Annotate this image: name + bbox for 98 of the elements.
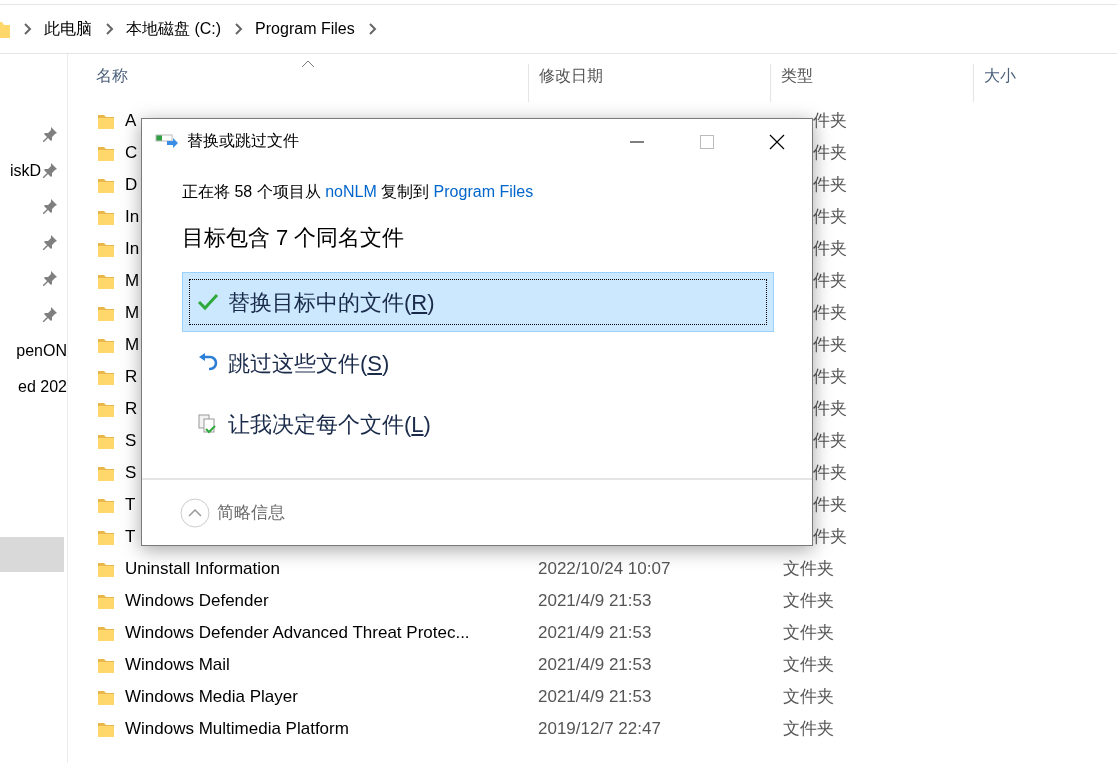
folder-icon — [98, 241, 114, 257]
file-name: In — [125, 238, 140, 261]
file-name: T — [125, 494, 136, 517]
chevron-icon — [22, 23, 32, 35]
file-type: 件夹 — [813, 335, 847, 355]
folder-icon — [98, 657, 114, 673]
folder-icon — [98, 593, 114, 609]
file-type: 件夹 — [813, 207, 847, 227]
details-toggle-button[interactable]: 简略信息 — [180, 498, 285, 528]
file-type: 件夹 — [813, 431, 847, 451]
sidebar-item[interactable]: penON — [16, 339, 67, 363]
file-name: C — [125, 142, 138, 165]
file-name: S — [125, 462, 137, 485]
file-type: 件夹 — [813, 367, 847, 387]
folder-icon — [0, 20, 10, 38]
folder-icon — [98, 113, 114, 129]
folder-icon — [98, 209, 114, 225]
modified-date: 2019/12/7 22:47 — [538, 719, 661, 739]
breadcrumb-item[interactable]: Program Files — [255, 17, 355, 41]
modified-date: 2021/4/9 21:53 — [538, 687, 652, 707]
folder-link[interactable]: Program Files — [433, 183, 534, 200]
maximize-icon — [700, 134, 714, 149]
modified-date: 2021/4/9 21:53 — [538, 623, 652, 643]
minimize-icon — [630, 140, 644, 143]
file-type: 件夹 — [813, 271, 847, 291]
file-name: M — [125, 302, 140, 325]
checkmark-icon — [197, 291, 219, 313]
file-name: Windows Defender — [125, 590, 269, 613]
file-name: Windows Mail — [125, 654, 230, 677]
column-header[interactable]: 类型 — [781, 67, 813, 84]
modified-date: 2022/10/24 10:07 — [538, 559, 671, 579]
file-type: 件夹 — [813, 143, 847, 163]
file-name: M — [125, 270, 140, 293]
sidebar-item[interactable]: iskD — [9, 159, 41, 183]
folder-icon — [98, 337, 114, 353]
folder-icon — [98, 497, 114, 513]
folder-link[interactable]: noNLM — [325, 183, 377, 200]
option-button[interactable]: 跳过这些文件(S) — [182, 333, 774, 393]
documents-icon — [197, 413, 219, 435]
dialog-heading: 目标包含 7 个同名文件 — [182, 224, 406, 252]
file-type: 件夹 — [813, 303, 847, 323]
folder-icon — [98, 465, 114, 481]
file-type: 件夹 — [813, 239, 847, 259]
file-name: R — [125, 366, 138, 389]
file-name: A — [125, 110, 137, 133]
folder-icon — [98, 689, 114, 705]
transfer-info-text: 正在将 58 个项目从 noNLM 复制到 Program Files — [182, 182, 535, 202]
close-icon — [769, 133, 785, 150]
file-type: 文件夹 — [783, 655, 834, 675]
file-type: 件夹 — [813, 463, 847, 483]
folder-icon — [98, 305, 114, 321]
folder-icon — [98, 721, 114, 737]
column-header[interactable]: 修改日期 — [539, 67, 603, 84]
file-name: Windows Media Player — [125, 686, 298, 709]
modified-date: 2021/4/9 21:53 — [538, 655, 652, 675]
chevron-icon — [233, 23, 244, 35]
file-type: 文件夹 — [783, 591, 834, 611]
file-name: Windows Multimedia Platform — [125, 718, 349, 741]
folder-icon — [98, 625, 114, 641]
file-name: D — [125, 174, 138, 197]
file-name: S — [125, 430, 137, 453]
file-name: T — [125, 526, 136, 549]
option-button[interactable]: 替换目标中的文件(R) — [182, 272, 774, 332]
copy-arrow-icon — [155, 132, 179, 150]
file-type: 件夹 — [813, 399, 847, 419]
file-name: In — [125, 206, 140, 229]
sidebar-item[interactable]: ed 202 — [18, 375, 67, 399]
file-type: 文件夹 — [783, 559, 834, 579]
file-type: 文件夹 — [783, 687, 834, 707]
breadcrumb-item[interactable]: 本地磁盘 (C:) — [126, 17, 222, 41]
collapse-chevron-icon — [180, 498, 210, 528]
file-name: R — [125, 398, 138, 421]
file-type: 件夹 — [813, 111, 847, 131]
folder-icon — [98, 433, 114, 449]
folder-icon — [98, 273, 114, 289]
modified-date: 2021/4/9 21:53 — [538, 591, 652, 611]
file-type: 件夹 — [813, 175, 847, 195]
file-name: Windows Defender Advanced Threat Protec... — [125, 622, 470, 645]
chevron-icon — [366, 23, 377, 35]
folder-icon — [98, 529, 114, 545]
folder-icon — [98, 401, 114, 417]
file-name: M — [125, 334, 140, 357]
selected-sidebar-row[interactable] — [0, 537, 64, 572]
file-type: 文件夹 — [783, 623, 834, 643]
dialog-title: 替换或跳过文件 — [187, 131, 299, 151]
column-header[interactable]: 名称 — [96, 67, 128, 84]
chevron-icon — [104, 23, 114, 35]
folder-icon — [98, 561, 114, 577]
file-type: 文件夹 — [783, 719, 834, 739]
folder-icon — [98, 145, 114, 161]
file-type: 件夹 — [813, 495, 847, 515]
file-type: 件夹 — [813, 527, 847, 547]
column-header[interactable]: 大小 — [984, 67, 1016, 84]
folder-icon — [98, 177, 114, 193]
file-name: Uninstall Information — [125, 558, 280, 581]
breadcrumb-item[interactable]: 此电脑 — [44, 17, 92, 41]
folder-icon — [98, 369, 114, 385]
option-button[interactable]: 让我决定每个文件(L) — [182, 394, 774, 454]
